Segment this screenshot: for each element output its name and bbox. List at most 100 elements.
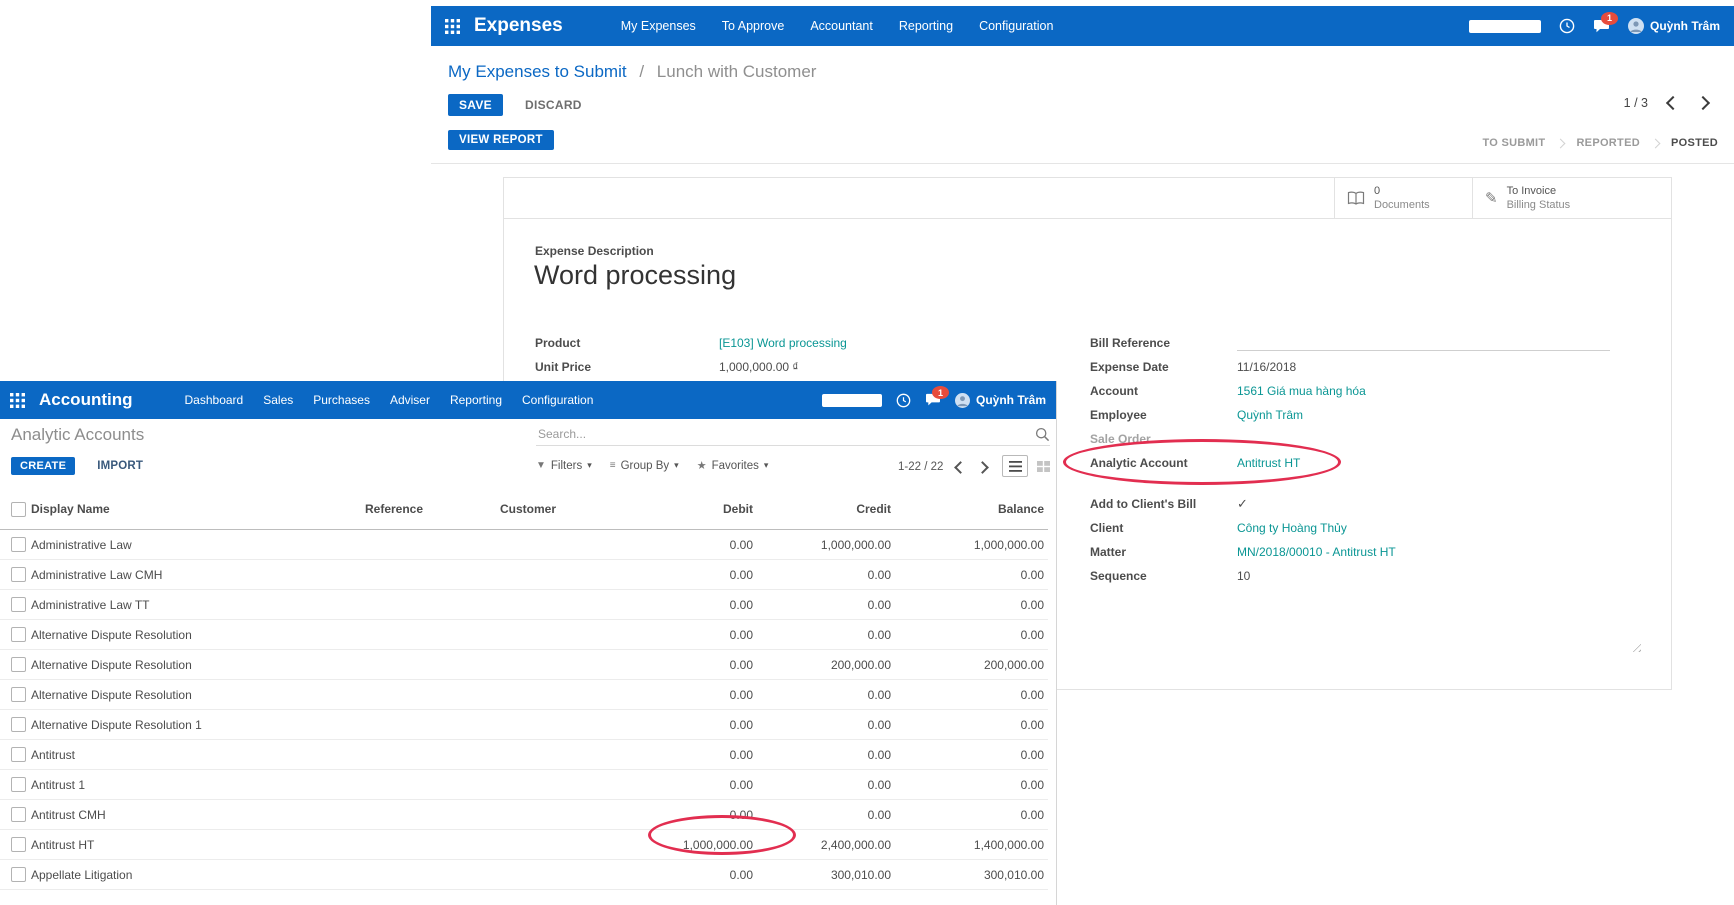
row-checkbox[interactable]	[11, 807, 26, 822]
import-button[interactable]: IMPORT	[91, 459, 149, 473]
table-row[interactable]: Administrative Law TT 0.00 0.00 0.00	[0, 590, 1048, 620]
create-button[interactable]: CREATE	[11, 457, 75, 475]
accounting-app-title[interactable]: Accounting	[39, 390, 133, 410]
row-checkbox[interactable]	[11, 537, 26, 552]
breadcrumb-parent-link[interactable]: My Expenses to Submit	[448, 62, 627, 81]
expenses-app-title[interactable]: Expenses	[474, 15, 563, 37]
bill-reference-input[interactable]	[1237, 335, 1610, 351]
menu-configuration[interactable]: Configuration	[522, 393, 593, 407]
table-row[interactable]: Alternative Dispute Resolution 1 0.00 0.…	[0, 710, 1048, 740]
row-checkbox[interactable]	[11, 717, 26, 732]
table-row[interactable]: Appellate Litigation 0.00 300,010.00 300…	[0, 860, 1048, 890]
save-button[interactable]: SAVE	[448, 94, 503, 116]
row-checkbox[interactable]	[11, 747, 26, 762]
row-checkbox[interactable]	[11, 627, 26, 642]
menu-adviser[interactable]: Adviser	[390, 393, 430, 407]
search-magnifier-icon[interactable]	[1035, 427, 1050, 442]
billing-status-stat-button[interactable]: ✎ To Invoice Billing Status	[1472, 178, 1671, 218]
column-header-credit[interactable]: Credit	[758, 502, 896, 516]
activities-clock-icon[interactable]	[1559, 18, 1575, 34]
form-right-column: Bill Reference Expense Date 11/16/2018 A…	[1090, 331, 1656, 475]
client-value-link[interactable]: Công ty Hoàng Thủy	[1237, 521, 1347, 535]
status-separator-icon	[1556, 138, 1566, 148]
column-header-balance[interactable]: Balance	[896, 502, 1048, 516]
search-input[interactable]	[536, 427, 1035, 441]
expense-date-input[interactable]: 11/16/2018	[1237, 360, 1296, 374]
pager-previous-icon[interactable]	[955, 461, 968, 474]
table-row[interactable]: Administrative Law CMH 0.00 0.00 0.00	[0, 560, 1048, 590]
documents-stat-button[interactable]: 0 Documents	[1334, 178, 1472, 218]
messages-chat-icon[interactable]: 1	[1593, 19, 1610, 34]
row-checkbox[interactable]	[11, 837, 26, 852]
table-row[interactable]: Antitrust 1 0.00 0.00 0.00	[0, 770, 1048, 800]
user-menu[interactable]: Quỳnh Trâm	[1628, 18, 1720, 34]
row-checkbox[interactable]	[11, 777, 26, 792]
menu-my-expenses[interactable]: My Expenses	[621, 19, 696, 33]
table-row-antitrust-ht[interactable]: Antitrust HT 1,000,000.00 2,400,000.00 1…	[0, 830, 1048, 860]
favorites-dropdown[interactable]: ★ Favorites ▾	[697, 459, 769, 472]
user-menu[interactable]: Quỳnh Trâm	[955, 393, 1046, 408]
pager-previous-icon[interactable]	[1666, 96, 1680, 110]
column-header-customer[interactable]: Customer	[490, 502, 630, 516]
analytic-account-value-link[interactable]: Antitrust HT	[1237, 456, 1300, 470]
list-view-button[interactable]	[1002, 455, 1028, 477]
employee-value-link[interactable]: Quỳnh Trâm	[1237, 408, 1303, 422]
obscured-company-label	[822, 394, 882, 407]
account-value-link[interactable]: 1561 Giá mua hàng hóa	[1237, 384, 1366, 398]
status-reported[interactable]: REPORTED	[1576, 137, 1640, 149]
row-checkbox[interactable]	[11, 867, 26, 882]
table-row[interactable]: Antitrust 0.00 0.00 0.00	[0, 740, 1048, 770]
status-to-submit[interactable]: TO SUBMIT	[1482, 137, 1545, 149]
matter-value-link[interactable]: MN/2018/00010 - Antitrust HT	[1237, 545, 1396, 559]
notes-resize-handle[interactable]	[1629, 640, 1641, 652]
row-checkbox[interactable]	[11, 597, 26, 612]
cell-debit: 0.00	[630, 868, 758, 882]
cell-balance: 0.00	[896, 778, 1048, 792]
table-row[interactable]: Alternative Dispute Resolution 0.00 0.00…	[0, 680, 1048, 710]
pager-next-icon[interactable]	[1696, 96, 1710, 110]
menu-dashboard[interactable]: Dashboard	[185, 393, 244, 407]
client-bill-checkbox[interactable]: ✓	[1237, 496, 1248, 512]
table-row[interactable]: Administrative Law 0.00 1,000,000.00 1,0…	[0, 530, 1048, 560]
view-report-button[interactable]: VIEW REPORT	[448, 130, 554, 150]
menu-reporting[interactable]: Reporting	[450, 393, 502, 407]
column-header-display-name[interactable]: Display Name	[28, 502, 355, 516]
activities-clock-icon[interactable]	[896, 393, 911, 408]
status-posted[interactable]: POSTED	[1671, 137, 1718, 149]
cell-debit: 0.00	[630, 718, 758, 732]
expense-description-input[interactable]: Word processing	[534, 260, 736, 291]
account-label: Account	[1090, 384, 1237, 398]
unit-price-input[interactable]: 1,000,000.00 ₫	[719, 360, 799, 374]
menu-accountant[interactable]: Accountant	[810, 19, 873, 33]
menu-configuration[interactable]: Configuration	[979, 19, 1053, 33]
filter-icon: ▼	[536, 460, 546, 471]
cell-credit: 0.00	[758, 568, 896, 582]
kanban-view-button[interactable]	[1030, 455, 1056, 477]
group-by-label: Group By	[621, 460, 670, 472]
column-header-debit[interactable]: Debit	[630, 502, 758, 516]
cell-debit: 0.00	[630, 658, 758, 672]
apps-grid-icon[interactable]	[445, 19, 460, 34]
column-header-reference[interactable]: Reference	[355, 502, 490, 516]
sequence-input[interactable]: 10	[1237, 569, 1250, 583]
cell-display-name: Alternative Dispute Resolution 1	[28, 718, 355, 732]
discard-button[interactable]: DISCARD	[519, 97, 588, 113]
favorites-label: Favorites	[712, 460, 759, 472]
row-checkbox[interactable]	[11, 687, 26, 702]
table-row[interactable]: Alternative Dispute Resolution 0.00 200,…	[0, 650, 1048, 680]
product-value-link[interactable]: [E103] Word processing	[719, 336, 847, 350]
table-row[interactable]: Antitrust CMH 0.00 0.00 0.00	[0, 800, 1048, 830]
table-row[interactable]: Alternative Dispute Resolution 0.00 0.00…	[0, 620, 1048, 650]
apps-grid-icon[interactable]	[10, 393, 25, 408]
pager-next-icon[interactable]	[977, 461, 990, 474]
menu-reporting[interactable]: Reporting	[899, 19, 953, 33]
row-checkbox[interactable]	[11, 657, 26, 672]
menu-to-approve[interactable]: To Approve	[722, 19, 785, 33]
menu-sales[interactable]: Sales	[263, 393, 293, 407]
row-checkbox[interactable]	[11, 567, 26, 582]
messages-chat-icon[interactable]: 1	[925, 393, 941, 407]
menu-purchases[interactable]: Purchases	[313, 393, 370, 407]
select-all-checkbox[interactable]	[11, 502, 26, 517]
filters-dropdown[interactable]: ▼ Filters ▾	[536, 460, 592, 472]
group-by-dropdown[interactable]: ≡ Group By ▾	[610, 460, 679, 472]
